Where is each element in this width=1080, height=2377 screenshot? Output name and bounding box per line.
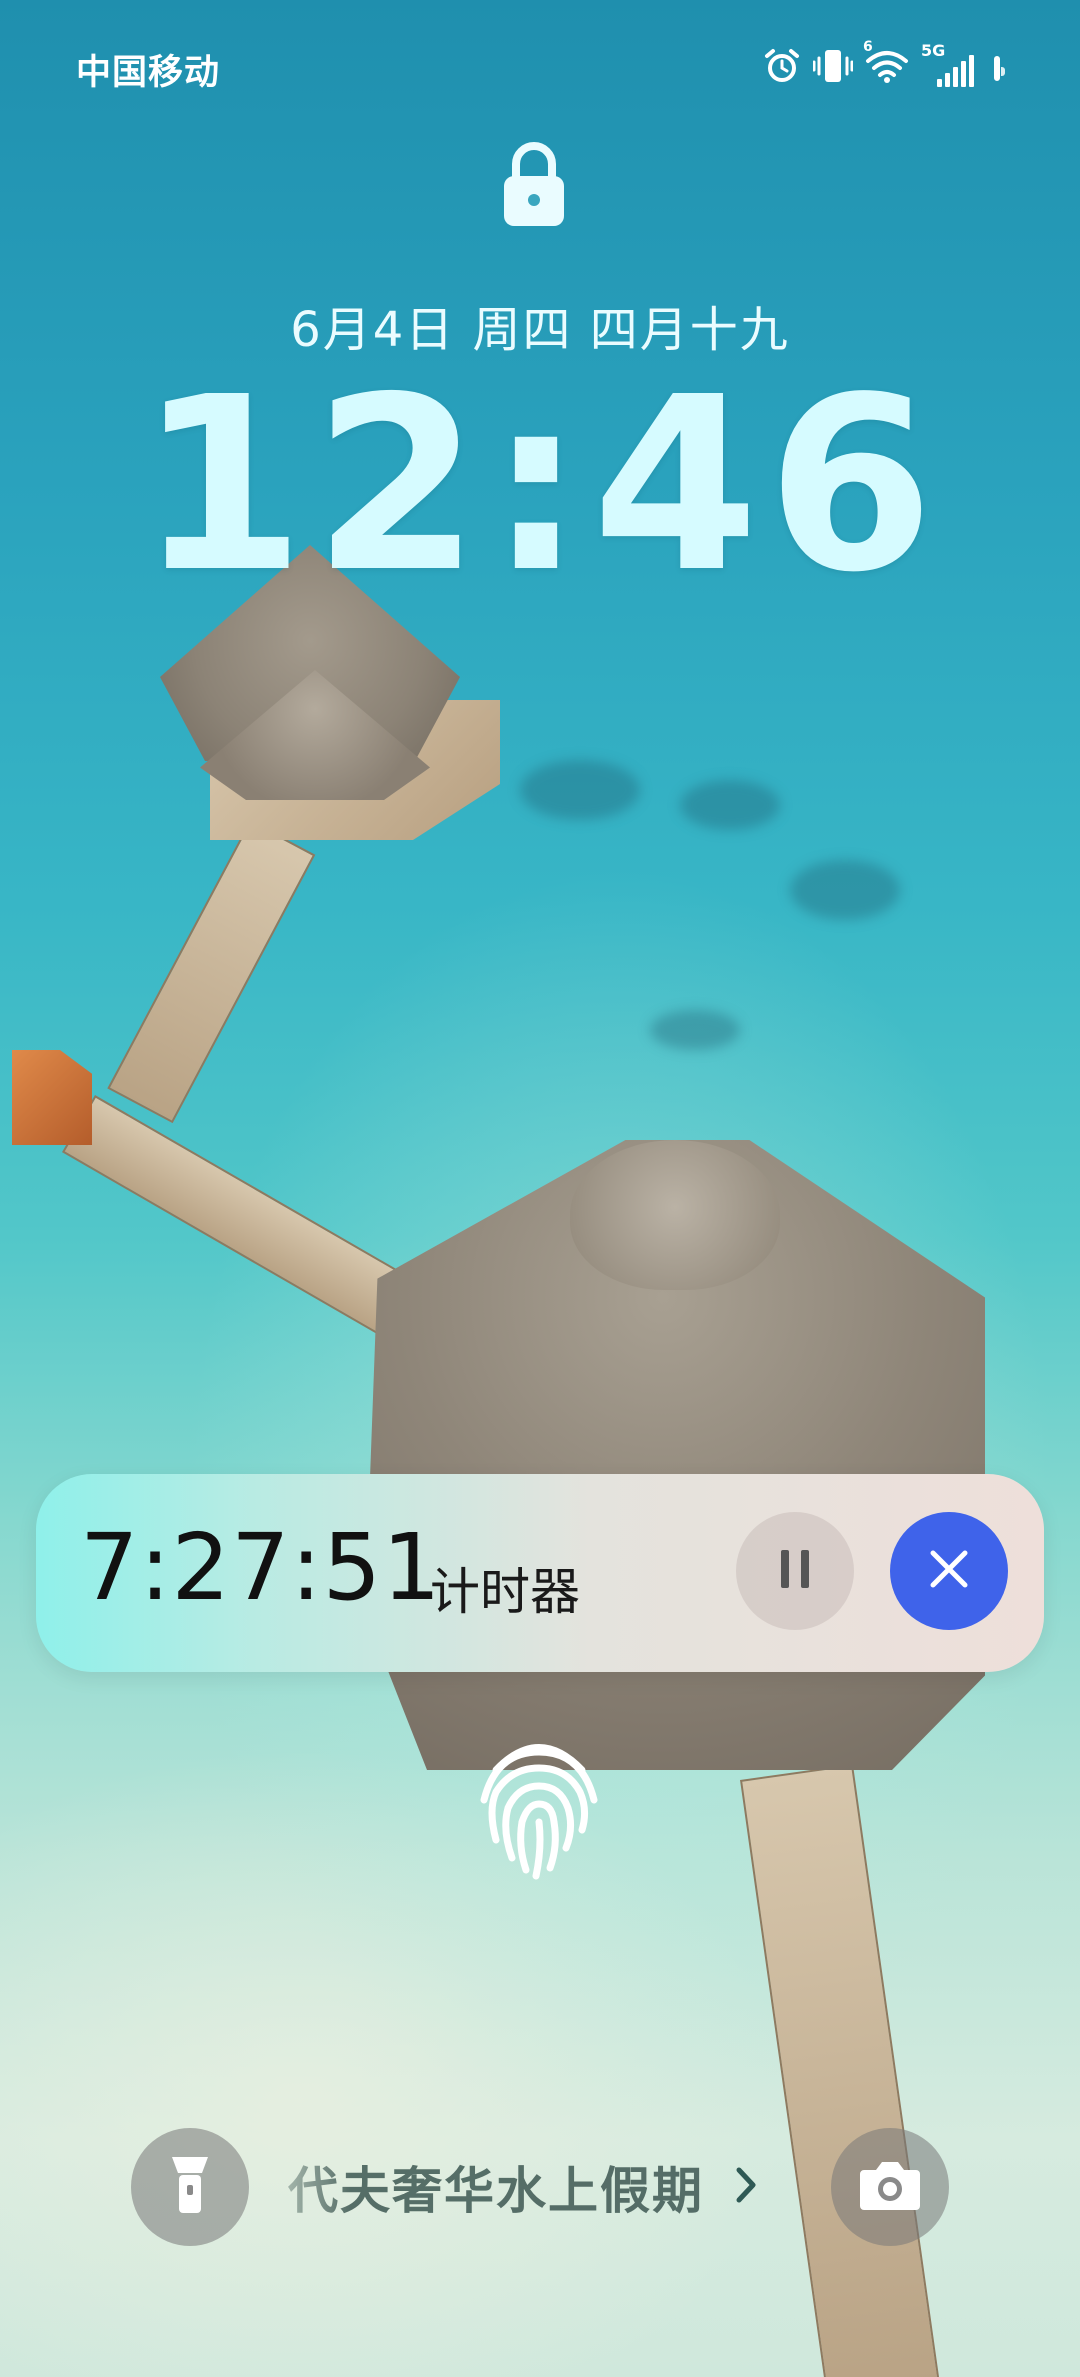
vibrate-icon: [812, 48, 854, 88]
timer-label: 计时器: [430, 1563, 580, 1621]
carrier-name: 中国移动: [76, 53, 221, 93]
chevron-right-icon: [734, 2165, 758, 2209]
flashlight-icon: [168, 2153, 212, 2221]
camera-button[interactable]: [831, 2128, 949, 2246]
promo-text: 代夫奢华水上假期: [288, 2162, 704, 2220]
clock-time: 12:46: [138, 345, 942, 625]
fingerprint-icon[interactable]: [466, 1730, 612, 1880]
battery-icon: [994, 55, 1000, 81]
lock-icon: [500, 140, 568, 230]
status-bar: 中国移动 6 5G: [0, 0, 1080, 130]
status-icons: 6 5G: [763, 39, 1000, 90]
timer-elapsed: 7:27:51: [80, 1514, 442, 1621]
close-button[interactable]: [890, 1512, 1008, 1630]
camera-icon: [858, 2158, 922, 2216]
flashlight-button[interactable]: [131, 2128, 249, 2246]
timer-notification-card[interactable]: 7:27:51 计时器: [36, 1474, 1044, 1672]
wifi-icon: 6: [863, 39, 909, 87]
pause-icon: [775, 1550, 815, 1592]
alarm-icon: [763, 47, 801, 89]
wallpaper-promo-link[interactable]: 代夫奢华水上假期: [288, 2152, 758, 2222]
signal-icon: 5G: [921, 41, 974, 87]
pause-button[interactable]: [736, 1512, 854, 1630]
close-icon: [927, 1547, 971, 1595]
lock-screen: 中国移动 6 5G 6月4日 周四 四月十九 12:46 7:27:51 计时器…: [0, 0, 1080, 2377]
